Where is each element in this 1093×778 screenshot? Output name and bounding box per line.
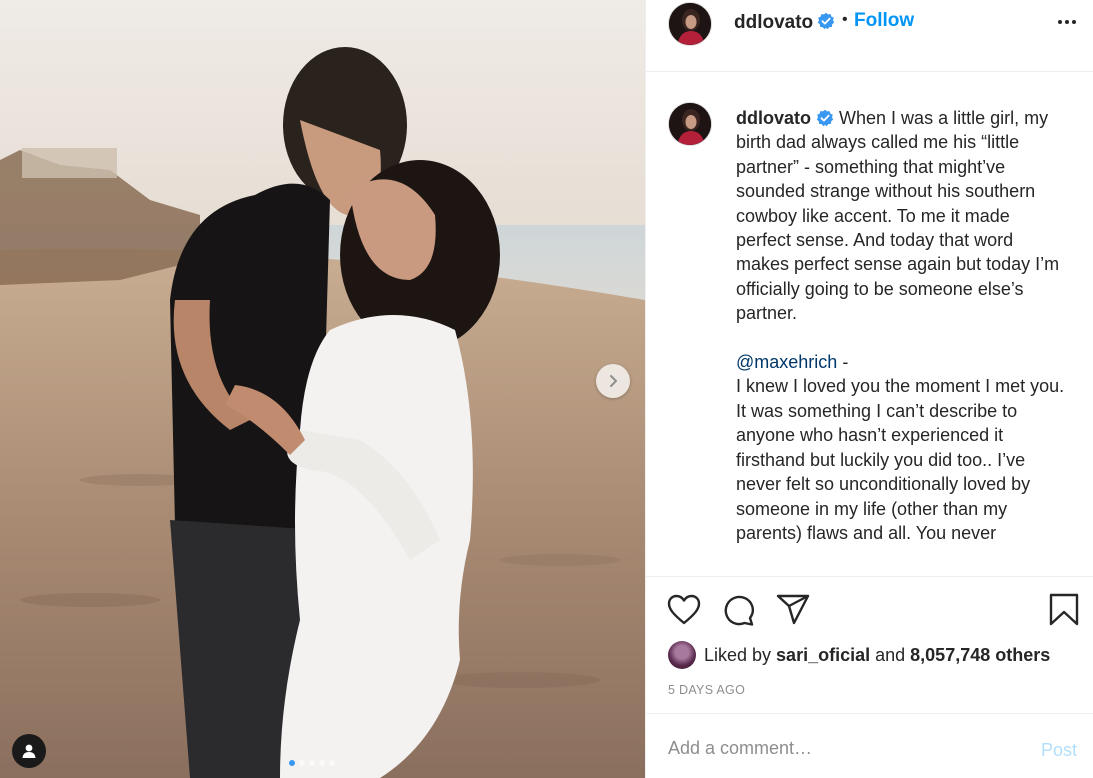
caption-username-link[interactable]: ddlovato: [736, 108, 811, 128]
carousel-dot: [329, 760, 335, 766]
caption-intro: When I was a little girl, my birth dad a…: [736, 108, 1065, 324]
carousel-dot: [309, 760, 315, 766]
tagged-users-button[interactable]: [12, 734, 46, 768]
caption-text: ddlovato When I was a little girl, my bi…: [736, 106, 1066, 545]
caption-area: ddlovato When I was a little girl, my bi…: [646, 90, 1093, 576]
user-tag-icon: [22, 744, 36, 758]
liked-by-prefix: Liked by: [704, 644, 777, 665]
username-link[interactable]: ddlovato: [734, 12, 813, 34]
bookmark-icon[interactable]: [1048, 593, 1080, 627]
profile-picture: [669, 103, 711, 145]
separator-dot: •: [842, 11, 848, 28]
post-details-panel: ddlovato • Follow ddlovato When I was a …: [645, 0, 1093, 778]
avatar[interactable]: [668, 641, 696, 669]
mention-suffix: -: [837, 352, 849, 373]
carousel-dot: [299, 760, 305, 766]
post-comment-button[interactable]: Post: [1041, 740, 1077, 761]
share-icon[interactable]: [776, 594, 810, 626]
comment-form: Post: [646, 713, 1093, 778]
like-count-link[interactable]: 8,057,748 others: [910, 645, 1050, 665]
carousel-indicator: [289, 760, 335, 766]
mention-link[interactable]: @maxehrich: [736, 352, 837, 372]
heart-icon[interactable]: [667, 594, 701, 626]
profile-picture: [669, 3, 711, 45]
post-photo[interactable]: [0, 0, 645, 778]
likes-text: Liked by sari_oficial and 8,057,748 othe…: [704, 645, 1050, 666]
avatar[interactable]: [668, 2, 712, 46]
verified-badge-icon: [817, 12, 835, 30]
post-header: ddlovato • Follow: [646, 0, 1093, 72]
verified-badge-icon: [816, 109, 834, 127]
dot: [1065, 20, 1069, 24]
more-options-icon[interactable]: [1054, 12, 1080, 32]
chevron-right-icon: [610, 375, 617, 387]
liked-by-and: and: [870, 644, 911, 665]
comment-input[interactable]: [668, 738, 1008, 759]
beach-photo-illustration: [0, 0, 645, 778]
comment-icon[interactable]: [722, 594, 756, 626]
dot: [1058, 20, 1062, 24]
carousel-dot: [289, 760, 295, 766]
follow-button[interactable]: Follow: [854, 10, 914, 32]
carousel-next-button[interactable]: [596, 364, 630, 398]
post-actions: Liked by sari_oficial and 8,057,748 othe…: [646, 576, 1093, 713]
caption-body: I knew I loved you the moment I met you.…: [736, 376, 1065, 543]
avatar[interactable]: [668, 102, 712, 146]
carousel-dot: [319, 760, 325, 766]
dot: [1072, 20, 1076, 24]
post-timestamp[interactable]: 5 days ago: [668, 683, 745, 697]
likes-summary: Liked by sari_oficial and 8,057,748 othe…: [668, 641, 1050, 669]
liked-by-user-link[interactable]: sari_oficial: [776, 645, 870, 665]
